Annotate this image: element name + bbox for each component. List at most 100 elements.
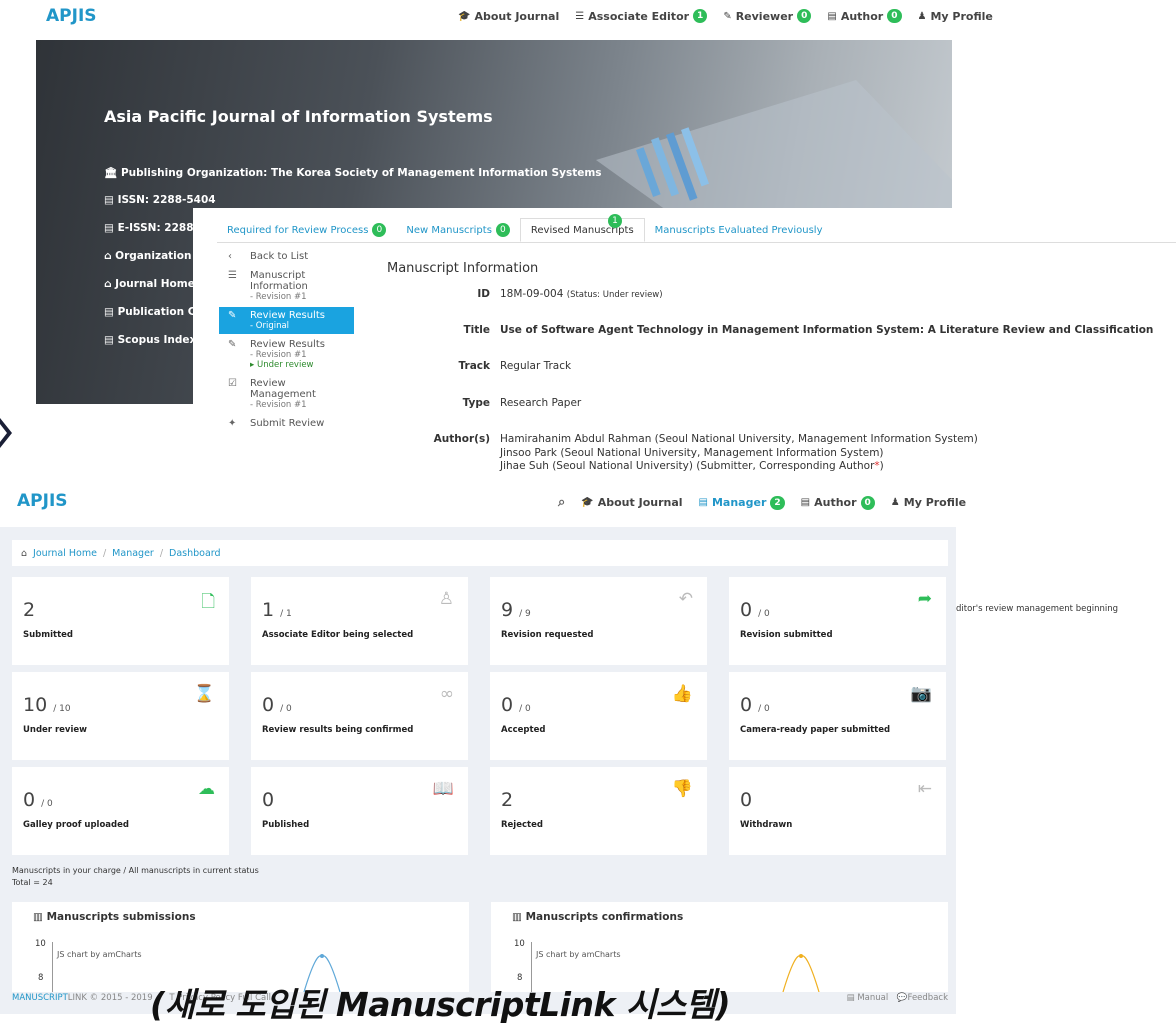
side-item-review-results[interactable]: ✎ Review Results - Original — [219, 307, 354, 334]
thumbs-up-icon: 👍 — [671, 684, 693, 704]
status-card[interactable]: 2 Rejected 👎 — [490, 767, 707, 855]
side-item-label: Submit Review — [250, 418, 325, 429]
side-item-label: Review Management — [250, 378, 316, 400]
card-count: 1 / 1 — [262, 599, 292, 621]
card-count: 0 / 0 — [740, 599, 770, 621]
nav-icon: ▤ — [800, 497, 811, 508]
brand-logo[interactable]: APJIS — [17, 491, 68, 511]
card-count: 10 / 10 — [23, 694, 71, 716]
thumbs-down-icon: 👎 — [671, 779, 693, 799]
user-search-icon: ♙ — [438, 589, 454, 609]
cards-note: Manuscripts in your charge / All manuscr… — [12, 865, 259, 889]
author-line: Hamirahanim Abdul Rahman (Seoul National… — [500, 433, 978, 445]
side-item-manuscript-information[interactable]: ☰ Manuscript Information - Revision #1 — [219, 267, 354, 305]
side-item-icon: ☑ — [228, 378, 237, 389]
tab-revised-manuscripts[interactable]: Revised Manuscripts — [519, 218, 645, 242]
manuscript-tabs: Required for Review Process 0 New Manuscri… — [217, 218, 833, 242]
side-item-back-to-list[interactable]: ‹ Back to List — [219, 248, 354, 265]
card-count: 2 — [23, 599, 36, 621]
breadcrumb-manager[interactable]: Manager — [112, 548, 154, 559]
journal-info-line: ▤ Publication Cy — [104, 306, 203, 318]
nav-item-about-journal[interactable]: 🎓 About Journal — [581, 496, 682, 509]
card-label: Revision submitted — [740, 630, 833, 640]
field-track: Track Regular Track — [430, 360, 1176, 372]
status-card[interactable]: 0 Withdrawn ⇤ — [729, 767, 946, 855]
field-authors-value: Hamirahanim Abdul Rahman (Seoul National… — [500, 433, 1176, 474]
nav-item-author[interactable]: ▤ Author 0 — [800, 495, 875, 510]
nav-item-manager[interactable]: ▤ Manager 2 — [699, 495, 785, 510]
journal-info-line: ⌂ Journal Homep — [104, 278, 203, 290]
breadcrumb-dashboard[interactable]: Dashboard — [169, 548, 221, 559]
chart-credit[interactable]: JS chart by amCharts — [57, 950, 142, 959]
brand-logo[interactable]: APJIS — [46, 6, 97, 26]
status-card[interactable]: 2 Submitted 🗋 — [12, 577, 229, 665]
side-item-icon: ‹ — [228, 251, 232, 262]
journal-title: Asia Pacific Journal of Information Syst… — [104, 107, 493, 126]
nav-label: Author — [814, 496, 857, 509]
y-tick-10: 10 — [35, 939, 46, 949]
image-caption: (새로 도입된 ManuscriptLink 시스템) — [150, 985, 731, 1024]
file-icon: 🗋 — [201, 592, 215, 612]
cloud-upload-icon: ☁ — [198, 779, 215, 799]
side-item-sub: - Revision #1 — [250, 400, 307, 410]
book-icon: ▤ — [846, 993, 858, 1003]
top-nav: 🎓 About Journal ☰ Associate Editor 1 ✎ Reviewe… — [458, 9, 993, 23]
search-icon[interactable]: ⌕ — [558, 495, 565, 510]
tab-new-manuscripts[interactable]: New Manuscripts 0 — [396, 218, 520, 242]
sign-out-icon: ⇤ — [917, 779, 932, 799]
count-badge: 1 — [693, 9, 708, 23]
journal-info-line: ▤ ISSN: 2288-5404 — [104, 194, 216, 206]
camera-icon: 📷 — [910, 684, 932, 704]
chart-credit[interactable]: JS chart by amCharts — [536, 950, 621, 959]
nav-label: Author — [840, 9, 884, 23]
revised-count-badge: 1 — [608, 208, 622, 228]
status-card[interactable]: 0 / 0 Galley proof uploaded ☁ — [12, 767, 229, 855]
breadcrumb-journal-home[interactable]: Journal Home — [33, 548, 97, 559]
card-label: Camera-ready paper submitted — [740, 725, 891, 735]
status-card[interactable]: 1 / 1 Associate Editor being selected ♙ — [251, 577, 468, 665]
bar-chart-icon: ▥ — [33, 911, 47, 923]
field-track-label: Track — [458, 360, 490, 372]
feedback-link[interactable]: Feedback — [908, 993, 948, 1003]
nav-item-author[interactable]: ▤ Author 0 — [827, 9, 902, 23]
journal-info-line: ▤ Scopus Indexe — [104, 334, 204, 346]
field-type-value: Research Paper — [500, 397, 582, 409]
field-track-value: Regular Track — [500, 360, 572, 372]
side-item-submit-review[interactable]: ✦ Submit Review — [219, 415, 354, 432]
cards-note-line: Manuscripts in your charge / All manuscr… — [12, 866, 259, 875]
footer-brand[interactable]: MANUSCRIPT — [12, 993, 68, 1003]
status-card[interactable]: 0 Published 📖 — [251, 767, 468, 855]
bar-chart-icon: ▥ — [512, 911, 526, 923]
card-count: 9 / 9 — [501, 599, 531, 621]
nav-item-associate-editor[interactable]: ☰ Associate Editor 1 — [575, 9, 708, 23]
nav-item-my-profile[interactable]: ♟ My Profile — [891, 496, 966, 509]
side-item-review-results[interactable]: ✎ Review Results - Revision #1 ▸ Under revi… — [219, 336, 354, 373]
nav-item-about-journal[interactable]: 🎓 About Journal — [458, 10, 559, 23]
status-card[interactable]: 9 / 9 Revision requested ↶ — [490, 577, 707, 665]
status-card[interactable]: 0 / 0 Revision submitted ➦ — [729, 577, 946, 665]
nav-item-my-profile[interactable]: ♟ My Profile — [918, 10, 993, 23]
manual-link[interactable]: Manual — [857, 993, 888, 1003]
side-item-status: ▸ Under review — [250, 360, 314, 370]
side-item-review-management[interactable]: ☑ Review Management - Revision #1 — [219, 375, 354, 413]
status-card[interactable]: 0 / 0 Review results being confirmed ∞ — [251, 672, 468, 760]
nav-item-reviewer[interactable]: ✎ Reviewer 0 — [723, 9, 812, 23]
user-icon: ♟ — [917, 10, 927, 22]
count-badge: 0 — [372, 223, 387, 237]
comments-icon: 💬 — [896, 993, 908, 1003]
tab-manuscripts-evaluated-previously[interactable]: Manuscripts Evaluated Previously — [645, 218, 833, 242]
card-count: 0 / 0 — [262, 694, 292, 716]
field-authors: Author(s) Hamirahanim Abdul Rahman (Seou… — [430, 433, 1176, 474]
status-card[interactable]: 0 / 0 Camera-ready paper submitted 📷 — [729, 672, 946, 760]
status-card[interactable]: 0 / 0 Accepted 👍 — [490, 672, 707, 760]
list-icon: ☰ — [575, 10, 585, 22]
tab-required-for-review-process[interactable]: Required for Review Process 0 — [217, 218, 396, 242]
side-item-label: Back to List — [250, 251, 309, 262]
status-card[interactable]: 10 / 10 Under review ⌛ — [12, 672, 229, 760]
side-item-icon: ✎ — [228, 339, 237, 350]
journal-info-line: ▤ E-ISSN: 2288-6 — [104, 222, 206, 234]
y-axis — [52, 942, 53, 992]
count-badge: 0 — [495, 223, 510, 237]
chevron-right-icon — [0, 418, 12, 448]
journal-info-line: 🏛 Publishing Organization: The Korea Soc… — [104, 167, 602, 179]
